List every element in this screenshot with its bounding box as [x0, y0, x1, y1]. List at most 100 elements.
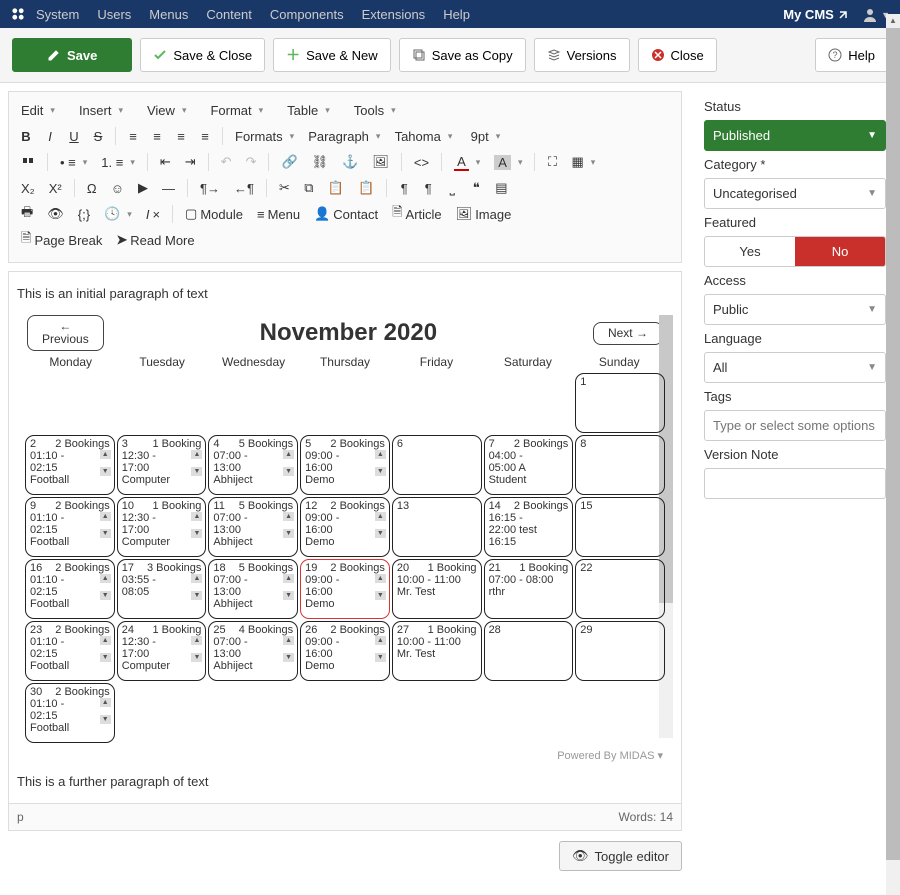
pagebreak-button[interactable]: 🗎 Page Break — [15, 228, 108, 252]
indent-button[interactable]: ⇥ — [179, 150, 202, 174]
image-insert-button[interactable]: 🖼 Image — [450, 202, 518, 226]
calendar-cell[interactable]: 211 Booking07:00 - 08:00rthr — [484, 559, 574, 619]
number-list-button[interactable]: 1. ≡ — [95, 150, 141, 174]
redo-button[interactable]: ↷ — [240, 150, 263, 174]
outdent-button[interactable]: ⇤ — [154, 150, 177, 174]
codesample-button[interactable]: {;} — [72, 202, 96, 226]
contact-button[interactable]: 👤 Contact — [308, 202, 384, 226]
formats-select[interactable]: Formats — [229, 124, 300, 148]
calendar-cell[interactable]: 45 Bookings07:00 -13:00Abhiject▲▼ — [208, 435, 298, 495]
admin-menu-users[interactable]: Users — [97, 7, 131, 22]
editor-menu-view[interactable]: View — [141, 98, 192, 122]
clear-format-button[interactable]: I× — [140, 202, 166, 226]
editor-menu-table[interactable]: Table — [281, 98, 336, 122]
find-button[interactable] — [15, 150, 41, 174]
editor-menu-insert[interactable]: Insert — [73, 98, 129, 122]
font-select[interactable]: Tahoma — [388, 124, 458, 148]
admin-menu-components[interactable]: Components — [270, 7, 344, 22]
calendar-cell[interactable]: 13 — [392, 497, 482, 557]
calendar-cell[interactable]: 302 Bookings01:10 -02:15Football▲▼ — [25, 683, 115, 743]
align-left-button[interactable]: ≡ — [122, 124, 144, 148]
preview-button[interactable]: 👁 — [41, 202, 70, 226]
calendar-cell[interactable]: 1 — [575, 373, 665, 433]
calendar-cell[interactable]: 271 Booking10:00 - 11:00Mr. Test — [392, 621, 482, 681]
admin-menu-content[interactable]: Content — [206, 7, 252, 22]
calendar-cell[interactable]: 8 — [575, 435, 665, 495]
calendar-cell[interactable]: 22 — [575, 559, 665, 619]
tags-input[interactable] — [704, 410, 886, 441]
access-select[interactable]: Public▼ — [704, 294, 886, 325]
calendar-cell[interactable]: 173 Bookings03:55 -08:05▲▼ — [117, 559, 207, 619]
blockquote-button[interactable]: ❝ — [465, 176, 487, 200]
calendar-cell[interactable]: 162 Bookings01:10 -02:15Football▲▼ — [25, 559, 115, 619]
datetime-button[interactable]: 🕓 — [98, 202, 138, 226]
editor-menu-format[interactable]: Format — [204, 98, 269, 122]
special-char-button[interactable]: Ω — [81, 176, 103, 200]
paste-button[interactable]: 📋 — [322, 176, 350, 200]
bold-button[interactable]: B — [15, 124, 37, 148]
italic-button[interactable]: I — [39, 124, 61, 148]
editor-menu-edit[interactable]: Edit — [15, 98, 61, 122]
strike-button[interactable]: S — [87, 124, 109, 148]
align-justify-button[interactable]: ≡ — [194, 124, 216, 148]
save-new-button[interactable]: ＋Save & New — [273, 38, 391, 72]
undo-button[interactable]: ↶ — [215, 150, 238, 174]
admin-menu-extensions[interactable]: Extensions — [362, 7, 426, 22]
fontsize-select[interactable]: 9pt — [460, 124, 510, 148]
admin-menu-menus[interactable]: Menus — [149, 7, 188, 22]
nonbreaking-button[interactable]: ⎵ — [441, 176, 463, 200]
calendar-cell[interactable]: 262 Bookings09:00 -16:00Demo▲▼ — [300, 621, 390, 681]
page-scrollbar[interactable]: ▲ — [886, 28, 900, 895]
calendar-cell[interactable]: 92 Bookings01:10 -02:15Football▲▼ — [25, 497, 115, 557]
bg-color-button[interactable]: A — [488, 150, 528, 174]
save-button[interactable]: Save — [12, 38, 132, 72]
show-invisible-button[interactable]: ¶ — [417, 176, 439, 200]
editor-menu-tools[interactable]: Tools — [348, 98, 402, 122]
calendar-cell[interactable]: 31 Booking12:30 -17:00Computer▲▼ — [117, 435, 207, 495]
admin-menu-help[interactable]: Help — [443, 7, 470, 22]
calendar-cell[interactable]: 142 Bookings16:15 -22:00 test16:15 — [484, 497, 574, 557]
versions-button[interactable]: Versions — [534, 38, 630, 72]
featured-no[interactable]: No — [795, 237, 885, 266]
template-button[interactable]: ▤ — [489, 176, 513, 200]
calendar-cell[interactable]: 72 Bookings04:00 -05:00 AStudent — [484, 435, 574, 495]
featured-toggle[interactable]: YesNo — [704, 236, 886, 267]
ltr-button[interactable]: ¶→ — [194, 176, 226, 200]
superscript-button[interactable]: X² — [43, 176, 68, 200]
paragraph[interactable]: This is a further paragraph of text — [17, 774, 673, 789]
code-button[interactable]: <> — [408, 150, 435, 174]
calendar-cell[interactable]: 29 — [575, 621, 665, 681]
calendar-cell[interactable]: 15 — [575, 497, 665, 557]
block-select[interactable]: Paragraph — [302, 124, 386, 148]
calendar-cell[interactable]: 52 Bookings09:00 -16:00Demo▲▼ — [300, 435, 390, 495]
copy-button[interactable]: ⧉ — [298, 176, 320, 200]
version-note-input[interactable] — [704, 468, 886, 499]
calendar-cell[interactable]: 254 Bookings07:00 -13:00Abhiject▲▼ — [208, 621, 298, 681]
print-button[interactable]: 🖶 — [15, 202, 39, 226]
readmore-button[interactable]: ➤ Read More — [110, 228, 200, 252]
article-button[interactable]: 🗎 Article — [386, 202, 448, 226]
calendar-cell[interactable]: 22 Bookings01:10 -02:15Football▲▼ — [25, 435, 115, 495]
status-select[interactable]: Published▼ — [704, 120, 886, 151]
show-blocks-button[interactable]: ¶ — [393, 176, 415, 200]
cut-button[interactable]: ✂ — [273, 176, 296, 200]
media-button[interactable]: ▶ — [132, 176, 154, 200]
featured-yes[interactable]: Yes — [705, 237, 795, 266]
fullscreen-button[interactable]: ⛶ — [541, 150, 563, 174]
calendar-cell[interactable]: 101 Booking12:30 -17:00Computer▲▼ — [117, 497, 207, 557]
menu-button[interactable]: ≡ Menu — [251, 202, 306, 226]
text-color-button[interactable]: A — [448, 150, 486, 174]
close-button[interactable]: Close — [638, 38, 717, 72]
calendar-prev-button[interactable]: ←Previous — [27, 315, 104, 351]
underline-button[interactable]: U — [63, 124, 85, 148]
align-center-button[interactable]: ≡ — [146, 124, 168, 148]
midas-link[interactable]: MIDAS — [620, 750, 655, 762]
rtl-button[interactable]: ←¶ — [228, 176, 260, 200]
image-button[interactable]: 🖼 — [366, 150, 395, 174]
unlink-button[interactable]: ⛓ — [306, 150, 335, 174]
calendar-cell[interactable]: 192 Bookings09:00 -16:00Demo▲▼ — [300, 559, 390, 619]
calendar-cell[interactable]: 232 Bookings01:10 -02:15Football▲▼ — [25, 621, 115, 681]
paragraph[interactable]: This is an initial paragraph of text — [17, 286, 673, 301]
link-button[interactable]: 🔗 — [275, 150, 303, 174]
module-button[interactable]: ▢ Module — [179, 202, 249, 226]
